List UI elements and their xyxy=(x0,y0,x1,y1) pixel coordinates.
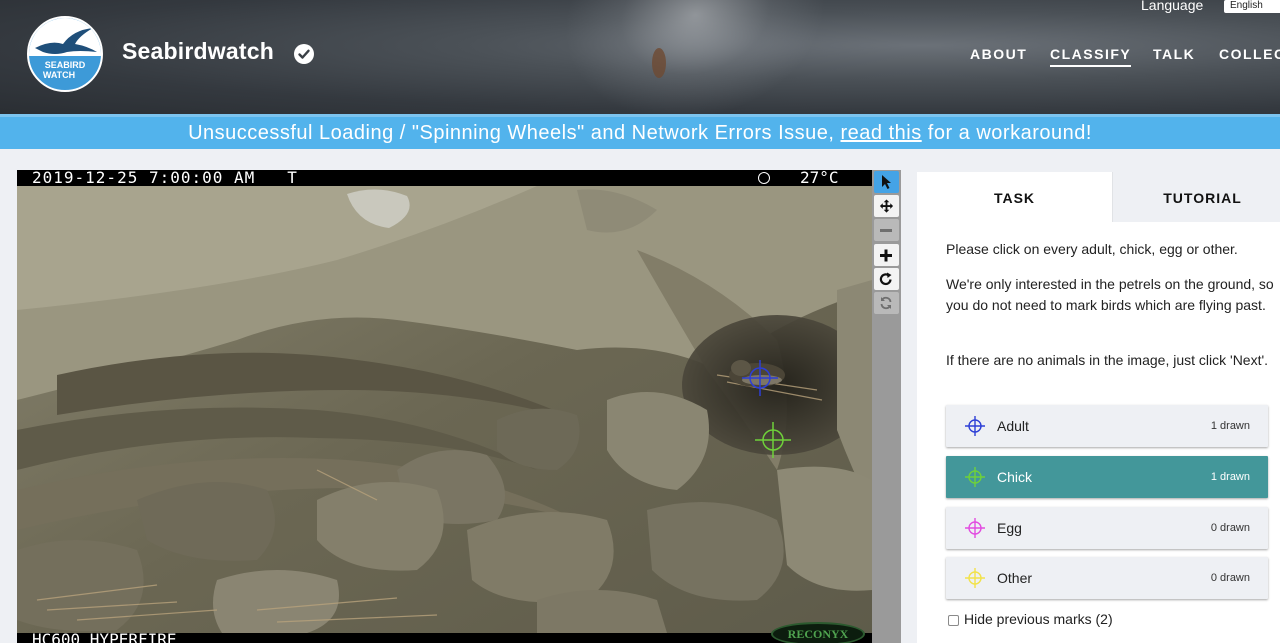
tab-tutorial[interactable]: TUTORIAL xyxy=(1112,172,1280,222)
answer-adult-button[interactable]: Adult 1 drawn xyxy=(946,405,1268,447)
move-icon xyxy=(879,199,894,213)
answer-label: Other xyxy=(997,570,1033,586)
announcement-banner: Unsuccessful Loading / "Spinning Wheels"… xyxy=(0,114,1280,149)
nav-classify[interactable]: CLASSIFY xyxy=(1050,46,1132,67)
nav-talk[interactable]: TALK xyxy=(1153,46,1195,62)
rotate-icon xyxy=(879,272,892,286)
answer-count: 1 drawn xyxy=(1210,471,1250,483)
adult-crosshair-icon xyxy=(965,416,985,436)
instruction-2: We're only interested in the petrels on … xyxy=(946,276,1274,313)
answer-other-button[interactable]: Other 0 drawn xyxy=(946,557,1268,599)
answer-count: 0 drawn xyxy=(1210,522,1250,534)
minus-icon xyxy=(880,229,892,232)
egg-crosshair-icon xyxy=(965,518,985,538)
move-tool-button[interactable] xyxy=(874,195,899,217)
header-background xyxy=(546,0,834,114)
zoom-in-button[interactable] xyxy=(874,244,899,266)
language-label: Language xyxy=(1141,0,1204,13)
camera-brand-logo: RECONYX xyxy=(771,622,865,643)
reset-button[interactable] xyxy=(874,292,899,314)
language-select[interactable]: English xyxy=(1224,0,1280,13)
refresh-icon xyxy=(880,296,892,310)
project-logo[interactable]: SEABIRD WATCH xyxy=(27,16,103,92)
instruction-3: If there are no animals in the image, ju… xyxy=(946,352,1269,368)
annotate-tool-button[interactable] xyxy=(874,171,899,193)
nav-about[interactable]: ABOUT xyxy=(970,46,1027,62)
checkmark-icon xyxy=(298,49,310,59)
tab-task[interactable]: TASK xyxy=(917,172,1112,222)
banner-text-after: for a workaround! xyxy=(921,122,1092,144)
camera-datetime: 2019-12-25 7:00:00 AM T xyxy=(32,170,298,187)
moon-phase-icon xyxy=(758,172,770,184)
answer-count: 1 drawn xyxy=(1210,420,1250,432)
image-toolbar xyxy=(872,170,901,643)
logo-text-line2: WATCH xyxy=(42,70,76,80)
logo-text-line1: SEABIRD xyxy=(44,60,86,70)
project-title[interactable]: Seabirdwatch xyxy=(122,38,274,65)
nav-collect[interactable]: COLLECT xyxy=(1219,46,1280,62)
answer-label: Chick xyxy=(997,469,1033,485)
pointer-icon xyxy=(882,175,891,189)
task-tabs: TASK TUTORIAL xyxy=(917,172,1280,222)
seabird-icon xyxy=(35,28,97,54)
hide-marks-checkbox[interactable] xyxy=(948,615,959,626)
header-background-detail xyxy=(652,48,666,78)
camera-model: HC600 HYPERFIRE xyxy=(32,630,177,643)
zoom-out-button[interactable] xyxy=(874,219,899,241)
task-panel: TASK TUTORIAL Please click on every adul… xyxy=(917,172,1280,643)
instruction-1: Please click on every adult, chick, egg … xyxy=(946,241,1238,257)
answer-chick-button[interactable]: Chick 1 drawn xyxy=(946,456,1268,498)
subject-image[interactable]: 2019-12-25 7:00:00 AM T 27°C HC600 HYPER… xyxy=(17,170,872,643)
classify-page: SEABIRD WATCH Seabirdwatch Language Engl… xyxy=(0,0,1280,643)
answer-label: Egg xyxy=(997,520,1022,536)
verified-badge-icon xyxy=(294,44,314,64)
camera-trap-photo[interactable] xyxy=(17,170,872,643)
banner-read-this-link[interactable]: read this xyxy=(841,122,922,144)
banner-text-before: Unsuccessful Loading / "Spinning Wheels"… xyxy=(188,122,841,144)
project-header: SEABIRD WATCH Seabirdwatch Language Engl… xyxy=(0,0,1280,114)
rotate-button[interactable] xyxy=(874,268,899,290)
other-crosshair-icon xyxy=(965,568,985,588)
answer-egg-button[interactable]: Egg 0 drawn xyxy=(946,507,1268,549)
hide-marks-label: Hide previous marks (2) xyxy=(964,611,1113,627)
camera-temperature: 27°C xyxy=(800,170,839,187)
answer-count: 0 drawn xyxy=(1210,572,1250,584)
answer-label: Adult xyxy=(997,418,1029,434)
chick-crosshair-icon xyxy=(965,467,985,487)
plus-icon xyxy=(880,249,892,262)
